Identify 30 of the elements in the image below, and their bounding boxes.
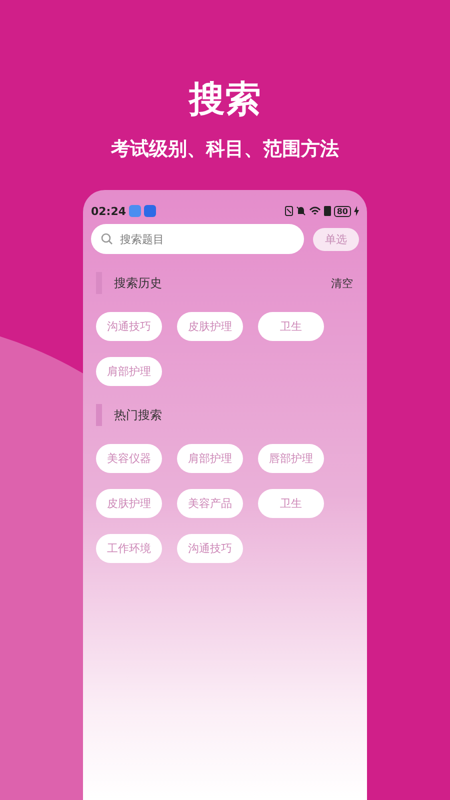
search-field[interactable]: 搜索题目 (91, 224, 304, 254)
tag-chip[interactable]: 卫生 (258, 312, 324, 341)
app-icon (129, 205, 142, 217)
charging-icon (354, 206, 359, 216)
nfc-icon (284, 206, 293, 216)
wifi-icon (308, 206, 321, 216)
tag-chip[interactable]: 唇部护理 (258, 444, 324, 473)
clear-button[interactable]: 清空 (331, 276, 353, 290)
app-icon (144, 205, 156, 217)
battery-level: 80 (334, 206, 351, 216)
tag-chip[interactable]: 卫生 (258, 489, 324, 518)
tag-chip[interactable]: 美容仪器 (96, 444, 162, 473)
search-icon (101, 233, 113, 245)
tag-chip[interactable]: 肩部护理 (96, 357, 162, 386)
status-time: 02:24 (91, 204, 126, 218)
tag-chip[interactable]: 沟通技巧 (96, 312, 162, 341)
section-marker (96, 404, 102, 426)
page-subtitle: 考试级别、科目、范围方法 (111, 137, 339, 162)
tag-chip[interactable]: 肩部护理 (177, 444, 243, 473)
sim-icon (324, 206, 331, 216)
tag-chip[interactable]: 皮肤护理 (177, 312, 243, 341)
tag-chip[interactable]: 皮肤护理 (96, 489, 162, 518)
tag-chip[interactable]: 工作环境 (96, 534, 162, 563)
section-title: 热门搜索 (114, 406, 163, 424)
page-title: 搜索 (189, 78, 261, 122)
bell-muted-icon (296, 206, 306, 216)
section-title: 搜索历史 (114, 274, 163, 292)
tag-chip[interactable]: 美容产品 (177, 489, 243, 518)
tag-chip[interactable]: 沟通技巧 (177, 534, 243, 563)
mode-button[interactable]: 单选 (313, 228, 359, 250)
